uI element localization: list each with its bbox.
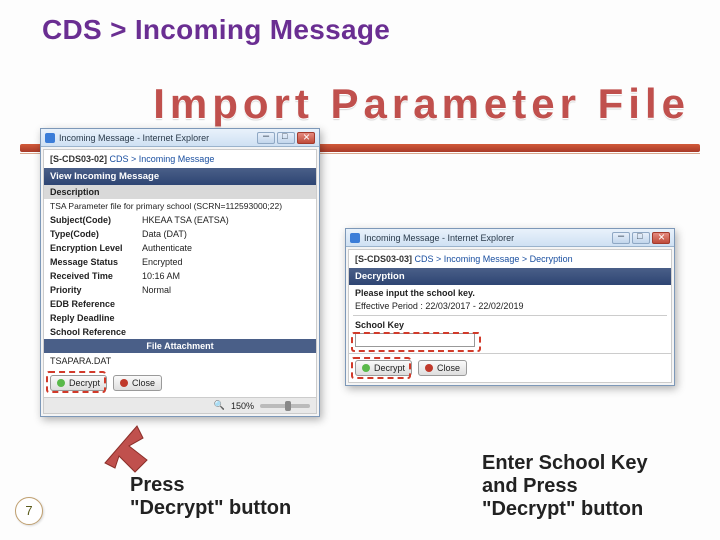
field-value [136, 297, 316, 311]
field-label: Subject(Code) [44, 213, 136, 227]
highlight-decrypt [46, 371, 106, 393]
field-label: Reply Deadline [44, 311, 136, 325]
field-value: Authenticate [136, 241, 316, 255]
page-crumb: [S-CDS03-03] CDS > Incoming Message > De… [349, 250, 671, 268]
caption-line: "Decrypt" button [482, 498, 648, 521]
highlight-decrypt [351, 357, 411, 379]
ie-icon [45, 133, 55, 143]
crumb-link[interactable]: CDS > Incoming Message > Decryption [415, 254, 573, 264]
caption-enter-key: Enter School Key and Press "Decrypt" but… [482, 452, 648, 521]
window-decryption: Incoming Message - Internet Explorer [S-… [345, 228, 675, 386]
zoom-value: 150% [231, 401, 254, 411]
maximize-button[interactable] [632, 232, 650, 244]
field-label: Encryption Level [44, 241, 136, 255]
zoom-icon: 🔍 [214, 400, 225, 411]
window-title: Incoming Message - Internet Explorer [364, 233, 608, 243]
field-value: Normal [136, 283, 316, 297]
screen-code: [S-CDS03-03] [355, 254, 412, 264]
field-label: Priority [44, 283, 136, 297]
screen-code: [S-CDS03-02] [50, 154, 107, 164]
section-header: Decryption [349, 268, 671, 285]
window-title: Incoming Message - Internet Explorer [59, 133, 253, 143]
field-label: Message Status [44, 255, 136, 269]
highlight-school-key [351, 332, 481, 352]
page-crumb: [S-CDS03-02] CDS > Incoming Message [44, 150, 316, 168]
field-value: HKEAA TSA (EATSA) [136, 213, 316, 227]
caption-line: Press [130, 474, 291, 497]
caption-press: Press "Decrypt" button [130, 474, 291, 520]
field-value [136, 325, 316, 339]
caption-line: and Press [482, 475, 648, 498]
field-value [136, 311, 316, 325]
minimize-button[interactable] [257, 132, 275, 144]
description-value: TSA Parameter file for primary school (S… [44, 199, 316, 213]
prompt-text: Please input the school key. [349, 285, 671, 301]
page-number: 7 [15, 497, 43, 525]
field-label: Received Time [44, 269, 136, 283]
attachment-filename[interactable]: TSAPARA.DAT [44, 353, 316, 369]
close-window-button[interactable] [297, 132, 315, 144]
field-value: Data (DAT) [136, 227, 316, 241]
close-window-button[interactable] [652, 232, 670, 244]
arrow-icon [95, 418, 155, 478]
field-label: School Reference [44, 325, 136, 339]
maximize-button[interactable] [277, 132, 295, 144]
effective-period: Effective Period : 22/03/2017 - 22/02/20… [349, 301, 671, 315]
field-label: EDB Reference [44, 297, 136, 311]
attachment-header: File Attachment [44, 339, 316, 353]
ie-icon [350, 233, 360, 243]
crumb-link[interactable]: CDS > Incoming Message [110, 154, 215, 164]
titlebar: Incoming Message - Internet Explorer [41, 129, 319, 147]
status-bar: 🔍 150% [44, 397, 316, 413]
field-value: Encrypted [136, 255, 316, 269]
close-label: Close [132, 378, 155, 388]
school-key-label: School Key [349, 316, 671, 330]
zoom-slider[interactable] [260, 404, 310, 408]
close-icon [120, 379, 128, 387]
titlebar: Incoming Message - Internet Explorer [346, 229, 674, 247]
close-label: Close [437, 363, 460, 373]
field-value: 10:16 AM [136, 269, 316, 283]
caption-line: Enter School Key [482, 452, 648, 475]
caption-line: "Decrypt" button [130, 497, 291, 520]
close-button[interactable]: Close [418, 360, 467, 376]
window-view-incoming: Incoming Message - Internet Explorer [S-… [40, 128, 320, 417]
section-header: View Incoming Message [44, 168, 316, 185]
close-icon [425, 364, 433, 372]
minimize-button[interactable] [612, 232, 630, 244]
close-button[interactable]: Close [113, 375, 162, 391]
slide-title: Import Parameter File [153, 80, 690, 128]
field-label: Type(Code) [44, 227, 136, 241]
breadcrumb: CDS > Incoming Message [42, 14, 390, 46]
description-label: Description [44, 185, 316, 199]
